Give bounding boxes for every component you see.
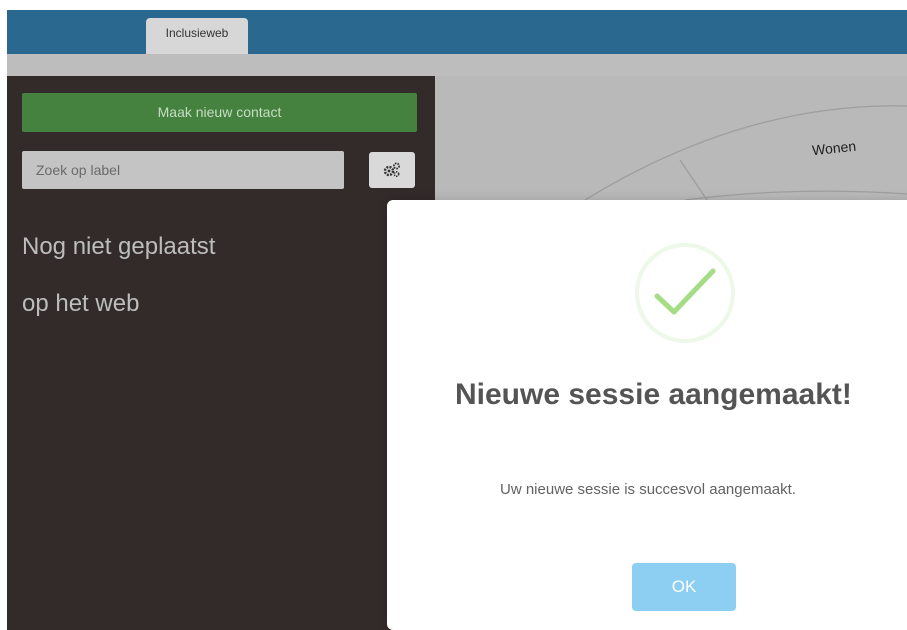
ok-button[interactable]: OK — [632, 563, 736, 611]
tab-inclusieweb[interactable]: Inclusieweb — [146, 18, 248, 56]
unplaced-heading-line2: op het web — [22, 290, 140, 317]
search-label-input[interactable] — [22, 151, 344, 189]
settings-button[interactable] — [369, 152, 415, 188]
dialog-message: Uw nieuwe sessie is succesvol aangemaakt… — [500, 481, 796, 498]
top-bar — [7, 10, 907, 54]
dialog-title: Nieuwe sessie aangemaakt! — [455, 378, 852, 411]
sidebar: Maak nieuw contact Nog niet geplaatst op… — [7, 76, 435, 630]
new-contact-button[interactable]: Maak nieuw contact — [22, 93, 417, 132]
unplaced-heading-line1: Nog niet geplaatst — [22, 233, 216, 260]
gears-icon — [383, 162, 400, 178]
success-check-icon — [635, 243, 735, 343]
sub-bar — [7, 54, 907, 76]
success-dialog: Nieuwe sessie aangemaakt! Uw nieuwe sess… — [387, 200, 907, 630]
